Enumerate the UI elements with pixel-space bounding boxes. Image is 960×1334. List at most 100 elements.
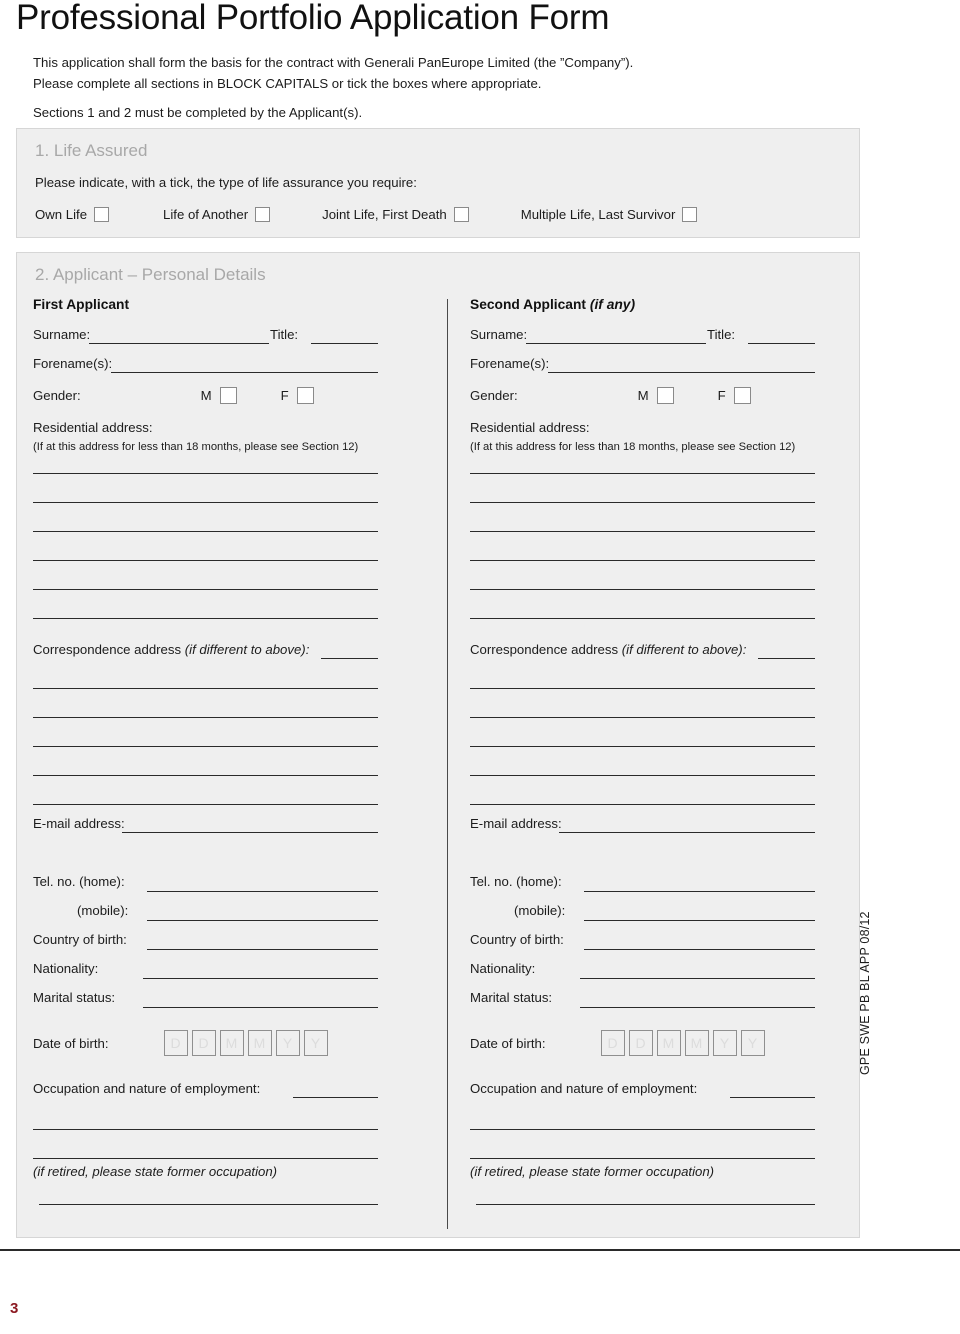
second-residential-line-2[interactable]: [470, 502, 815, 503]
first-date-of-birth-boxes: D D M M Y Y: [163, 1030, 332, 1056]
second-residential-address-label: Residential address:: [470, 420, 590, 435]
first-tel-mobile-label: (mobile):: [77, 903, 129, 918]
checkbox-first-gender-male[interactable]: [219, 387, 237, 404]
second-country-of-birth-label: Country of birth:: [470, 932, 564, 947]
dob-cell-month-1[interactable]: M: [219, 1030, 244, 1056]
intro-line-2: Please complete all sections in BLOCK CA…: [33, 76, 542, 91]
second-correspondence-line-3[interactable]: [470, 746, 815, 747]
option-own-life[interactable]: Own Life: [35, 207, 110, 222]
first-former-occupation-line[interactable]: [39, 1204, 378, 1205]
checkbox-multiple-life-last-survivor[interactable]: [682, 207, 698, 222]
dob-cell-month-1[interactable]: M: [656, 1030, 681, 1056]
first-residential-line-3[interactable]: [33, 531, 378, 532]
first-email-label: E-mail address:: [33, 816, 125, 831]
second-surname-label: Surname:: [470, 327, 528, 342]
second-residential-line-1[interactable]: [470, 473, 815, 474]
second-occupation-line-2[interactable]: [470, 1129, 815, 1130]
second-surname-input[interactable]: [526, 343, 706, 344]
first-residential-line-4[interactable]: [33, 560, 378, 561]
first-forenames-input[interactable]: [111, 372, 378, 373]
first-residential-line-1[interactable]: [33, 473, 378, 474]
second-tel-home-label: Tel. no. (home):: [470, 874, 562, 889]
first-correspondence-line-3[interactable]: [33, 746, 378, 747]
option-own-life-label: Own Life: [35, 207, 88, 222]
page-number: 3: [10, 1300, 19, 1317]
first-correspondence-line-2[interactable]: [33, 717, 378, 718]
dob-cell-day-1[interactable]: D: [600, 1030, 625, 1056]
first-residential-line-6[interactable]: [33, 618, 378, 619]
second-date-of-birth-boxes: D D M M Y Y: [600, 1030, 769, 1056]
first-gender-label: Gender:: [33, 388, 81, 403]
second-residential-line-4[interactable]: [470, 560, 815, 561]
second-email-input[interactable]: [559, 832, 815, 833]
dob-cell-day-2[interactable]: D: [191, 1030, 216, 1056]
first-surname-input[interactable]: [89, 343, 269, 344]
second-correspondence-line-1[interactable]: [470, 688, 815, 689]
first-retired-note: (if retired, please state former occupat…: [33, 1164, 278, 1179]
dob-cell-month-2[interactable]: M: [247, 1030, 272, 1056]
checkbox-second-gender-female[interactable]: [733, 387, 751, 404]
intro-paragraph: This application shall form the basis fo…: [33, 52, 853, 123]
dob-cell-year-2[interactable]: Y: [740, 1030, 765, 1056]
second-tel-home-input[interactable]: [584, 891, 815, 892]
first-residential-line-2[interactable]: [33, 502, 378, 503]
second-email-label: E-mail address:: [470, 816, 562, 831]
first-nationality-label: Nationality:: [33, 961, 99, 976]
first-gender-female-label: F: [280, 388, 289, 403]
first-residential-line-5[interactable]: [33, 589, 378, 590]
option-multiple-life-last-survivor[interactable]: Multiple Life, Last Survivor: [521, 207, 698, 222]
dob-cell-year-2[interactable]: Y: [303, 1030, 328, 1056]
checkbox-joint-life-first-death[interactable]: [453, 207, 469, 222]
second-marital-status-input[interactable]: [580, 1007, 815, 1008]
checkbox-second-gender-male[interactable]: [656, 387, 674, 404]
first-residential-address-label: Residential address:: [33, 420, 153, 435]
option-joint-life-first-death-label: Joint Life, First Death: [322, 207, 447, 222]
first-title-input[interactable]: [311, 343, 378, 344]
second-nationality-input[interactable]: [580, 978, 815, 979]
first-nationality-input[interactable]: [143, 978, 378, 979]
second-occupation-input[interactable]: [730, 1097, 815, 1098]
first-tel-home-input[interactable]: [147, 891, 378, 892]
first-occupation-line-3[interactable]: [33, 1158, 378, 1159]
second-correspondence-line-2[interactable]: [470, 717, 815, 718]
first-correspondence-line-5[interactable]: [33, 804, 378, 805]
first-marital-status-input[interactable]: [143, 1007, 378, 1008]
second-correspondence-input[interactable]: [758, 658, 815, 659]
second-tel-mobile-label: (mobile):: [514, 903, 566, 918]
first-country-of-birth-input[interactable]: [147, 949, 378, 950]
dob-cell-day-2[interactable]: D: [628, 1030, 653, 1056]
dob-cell-day-1[interactable]: D: [163, 1030, 188, 1056]
second-tel-mobile-input[interactable]: [584, 920, 815, 921]
option-joint-life-first-death[interactable]: Joint Life, First Death: [322, 207, 469, 222]
first-occupation-input[interactable]: [293, 1097, 378, 1098]
second-residential-line-5[interactable]: [470, 589, 815, 590]
checkbox-own-life[interactable]: [94, 207, 110, 222]
second-title-label: Title:: [707, 327, 736, 342]
second-forenames-input[interactable]: [548, 372, 815, 373]
first-tel-home-label: Tel. no. (home):: [33, 874, 125, 889]
first-correspondence-line-1[interactable]: [33, 688, 378, 689]
second-country-of-birth-input[interactable]: [584, 949, 815, 950]
second-residential-line-6[interactable]: [470, 618, 815, 619]
dob-cell-year-1[interactable]: Y: [275, 1030, 300, 1056]
second-residential-line-3[interactable]: [470, 531, 815, 532]
first-correspondence-line-4[interactable]: [33, 775, 378, 776]
second-date-of-birth-label: Date of birth:: [470, 1035, 546, 1051]
first-tel-mobile-input[interactable]: [147, 920, 378, 921]
footer-divider: [0, 1249, 960, 1251]
first-occupation-line-2[interactable]: [33, 1129, 378, 1130]
second-correspondence-line-5[interactable]: [470, 804, 815, 805]
second-correspondence-line-4[interactable]: [470, 775, 815, 776]
first-email-input[interactable]: [122, 832, 378, 833]
second-occupation-line-3[interactable]: [470, 1158, 815, 1159]
checkbox-life-of-another[interactable]: [255, 207, 271, 222]
first-marital-status-label: Marital status:: [33, 990, 116, 1005]
option-life-of-another[interactable]: Life of Another: [163, 207, 271, 222]
second-title-input[interactable]: [748, 343, 815, 344]
first-correspondence-input[interactable]: [321, 658, 378, 659]
dob-cell-year-1[interactable]: Y: [712, 1030, 737, 1056]
second-former-occupation-line[interactable]: [476, 1204, 815, 1205]
checkbox-first-gender-female[interactable]: [296, 387, 314, 404]
dob-cell-month-2[interactable]: M: [684, 1030, 709, 1056]
first-surname-label: Surname:: [33, 327, 91, 342]
